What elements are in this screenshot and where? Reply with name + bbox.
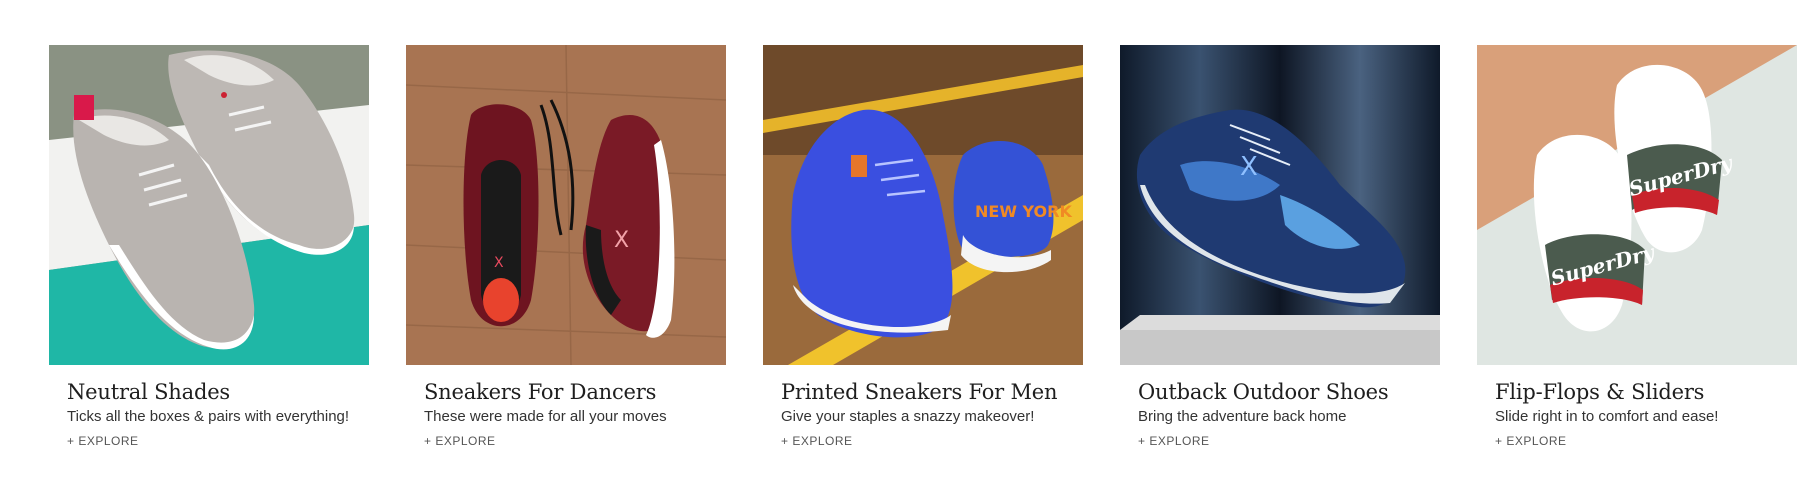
card-title[interactable]: Sneakers For Dancers [424,379,726,405]
collection-card-printed-sneakers[interactable]: NEW YORK Printed Sneakers For Men Give y… [763,45,1083,450]
outback-outdoor-image[interactable]: X [1120,45,1440,365]
flip-flops-sliders-image[interactable]: SuperDry SuperDry [1477,45,1797,365]
card-meta: Printed Sneakers For Men Give your stapl… [763,365,1083,450]
card-subtitle: These were made for all your moves [424,408,667,425]
blue-sneakers-image: NEW YORK [763,45,1083,365]
card-title[interactable]: Printed Sneakers For Men [781,379,1083,405]
explore-link[interactable]: + EXPLORE [67,434,139,448]
white-sliders-image: SuperDry SuperDry [1477,45,1797,365]
explore-link[interactable]: + EXPLORE [781,434,853,448]
explore-link[interactable]: + EXPLORE [1495,434,1567,448]
card-subtitle: Give your staples a snazzy makeover! [781,408,1035,425]
collection-card-flip-flops-sliders[interactable]: SuperDry SuperDry Flip-Flops & Sliders S… [1477,45,1797,450]
card-meta: Flip-Flops & Sliders Slide right in to c… [1477,365,1797,450]
card-title[interactable]: Neutral Shades [67,379,369,405]
sneakers-for-dancers-image[interactable]: X X [406,45,726,365]
svg-text:NEW YORK: NEW YORK [975,202,1072,221]
card-subtitle: Slide right in to comfort and ease! [1495,408,1719,425]
card-subtitle: Ticks all the boxes & pairs with everyth… [67,408,350,425]
card-title[interactable]: Outback Outdoor Shoes [1138,379,1440,405]
explore-link[interactable]: + EXPLORE [1138,434,1210,448]
trail-shoe-image: X [1120,45,1440,365]
collection-grid: Neutral Shades Ticks all the boxes & pai… [49,45,1797,450]
printed-sneakers-image[interactable]: NEW YORK [763,45,1083,365]
collection-card-neutral-shades[interactable]: Neutral Shades Ticks all the boxes & pai… [49,45,369,450]
collection-card-outback-outdoor[interactable]: X Outback Outdoor Shoes Bring the advent… [1120,45,1440,450]
card-meta: Outback Outdoor Shoes Bring the adventur… [1120,365,1440,450]
maroon-sneakers-image: X X [406,45,726,365]
svg-text:X: X [494,255,504,271]
explore-link[interactable]: + EXPLORE [424,434,496,448]
card-meta: Sneakers For Dancers These were made for… [406,365,726,450]
svg-text:X: X [1240,152,1258,182]
card-meta: Neutral Shades Ticks all the boxes & pai… [49,365,369,450]
neutral-shades-image[interactable] [49,45,369,365]
svg-text:X: X [614,228,629,253]
card-subtitle: Bring the adventure back home [1138,408,1347,425]
grey-sneakers-image [49,45,369,365]
card-title[interactable]: Flip-Flops & Sliders [1495,379,1797,405]
collection-card-sneakers-for-dancers[interactable]: X X Sneakers For Dancers These were made… [406,45,726,450]
